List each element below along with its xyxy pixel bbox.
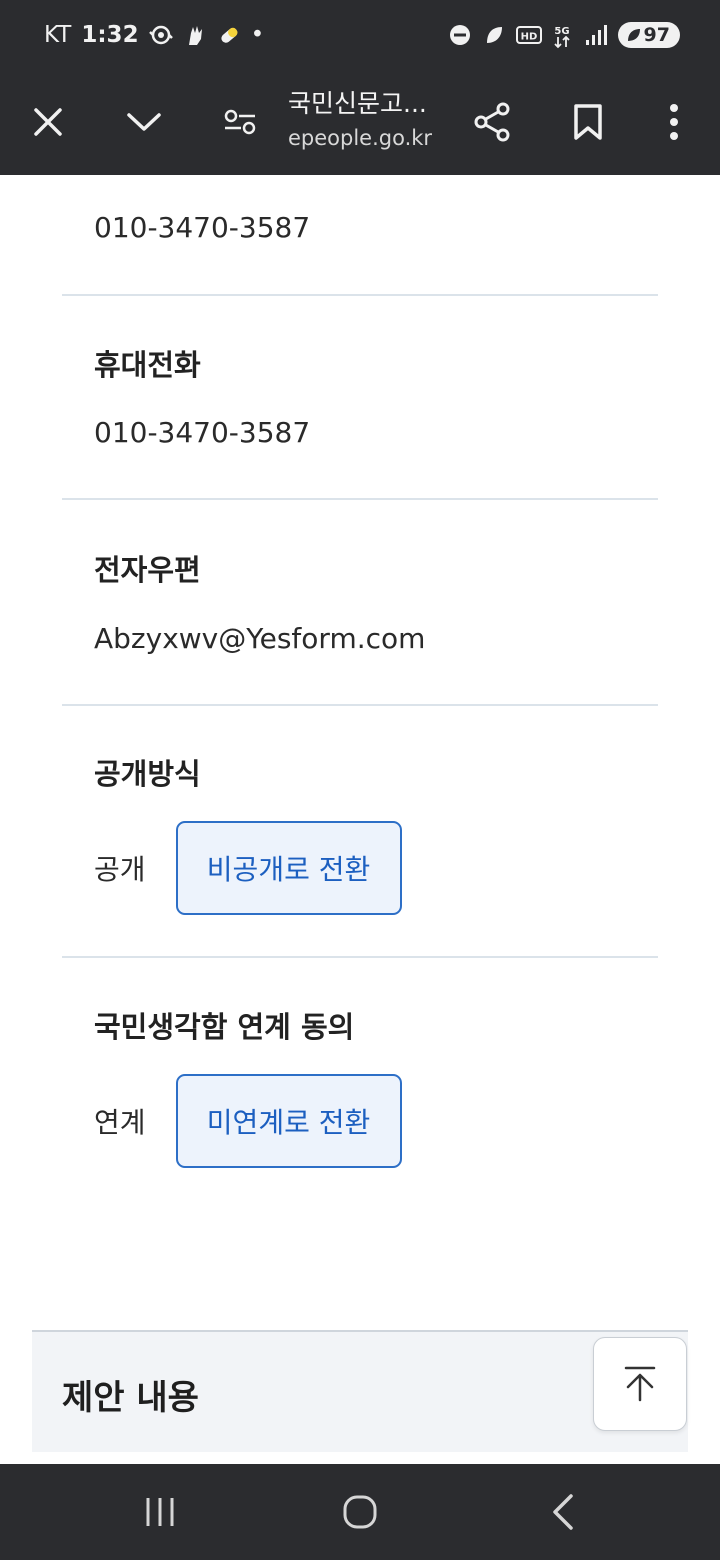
mobile-value: 010-3470-3587 xyxy=(94,416,311,449)
close-icon xyxy=(34,108,62,136)
status-bar: KT 1:32 • HD 5G 97 xyxy=(0,0,720,72)
bookmark-icon xyxy=(574,104,602,140)
arrow-to-top-icon xyxy=(624,1366,656,1402)
recent-apps-button[interactable] xyxy=(130,1484,190,1540)
chevron-down-icon xyxy=(127,113,161,131)
clock: 1:32 xyxy=(81,22,139,48)
sync-icon xyxy=(148,23,173,47)
carrier: KT xyxy=(44,22,72,48)
notification-dot: • xyxy=(250,22,265,48)
link-consent-value: 연계 xyxy=(94,1106,146,1139)
pill-icon xyxy=(217,23,241,47)
share-button[interactable] xyxy=(464,94,520,150)
switch-to-private-button[interactable]: 비공개로 전환 xyxy=(175,821,402,915)
battery-indicator: 97 xyxy=(617,22,680,48)
section-title: 제안 내용 xyxy=(62,1378,199,1418)
page-info-icon xyxy=(224,109,256,135)
proposal-section-header: 제안 내용 xyxy=(32,1330,688,1452)
close-button[interactable] xyxy=(20,94,76,150)
page-info-button[interactable] xyxy=(212,94,268,150)
svg-text:HD: HD xyxy=(520,32,537,43)
battery-level: 97 xyxy=(643,24,670,46)
more-vert-icon xyxy=(670,104,678,140)
disclosure-label: 공개방식 xyxy=(94,757,201,791)
share-icon xyxy=(474,102,510,142)
minimize-button[interactable] xyxy=(116,94,172,150)
email-label: 전자우편 xyxy=(94,553,201,587)
email-value: Abzyxwv@Yesform.com xyxy=(94,622,426,655)
home-button[interactable] xyxy=(330,1484,390,1540)
divider xyxy=(62,294,658,296)
browser-toolbar: 국민신문고... epeople.go.kr xyxy=(0,72,720,175)
do-not-disturb-icon xyxy=(448,23,472,47)
more-menu-button[interactable] xyxy=(646,94,702,150)
signal-icon xyxy=(584,23,608,47)
switch-to-unlinked-button[interactable]: 미연계로 전환 xyxy=(175,1074,402,1168)
page-title-area[interactable]: 국민신문고... epeople.go.kr xyxy=(288,84,458,150)
divider xyxy=(62,956,658,958)
system-nav-bar xyxy=(0,1464,720,1560)
recent-apps-icon xyxy=(146,1498,174,1526)
bookmark-button[interactable] xyxy=(560,94,616,150)
mobile-label: 휴대전화 xyxy=(94,348,201,382)
leaf-icon xyxy=(482,23,506,47)
hd-icon: HD xyxy=(515,23,542,47)
back-icon xyxy=(553,1494,573,1530)
page-title: 국민신문고... xyxy=(288,89,427,118)
back-button[interactable] xyxy=(533,1484,593,1540)
disclosure-value: 공개 xyxy=(94,853,146,886)
link-consent-row: 연계 미연계로 전환 xyxy=(94,1074,690,1168)
disclosure-row: 공개 비공개로 전환 xyxy=(94,821,690,915)
divider xyxy=(62,704,658,706)
hand-icon xyxy=(183,23,207,47)
page-content: 010-3470-3587 휴대전화 010-3470-3587 전자우편 Ab… xyxy=(0,175,720,1464)
charging-icon xyxy=(627,29,640,41)
link-consent-label: 국민생각함 연계 동의 xyxy=(94,1010,355,1044)
phone-value: 010-3470-3587 xyxy=(94,211,311,244)
svg-text:5G: 5G xyxy=(554,26,569,37)
scroll-to-top-button[interactable] xyxy=(593,1337,687,1431)
page-url: epeople.go.kr xyxy=(288,126,433,150)
divider xyxy=(62,498,658,500)
home-icon xyxy=(343,1495,377,1529)
5g-icon: 5G xyxy=(550,23,574,49)
